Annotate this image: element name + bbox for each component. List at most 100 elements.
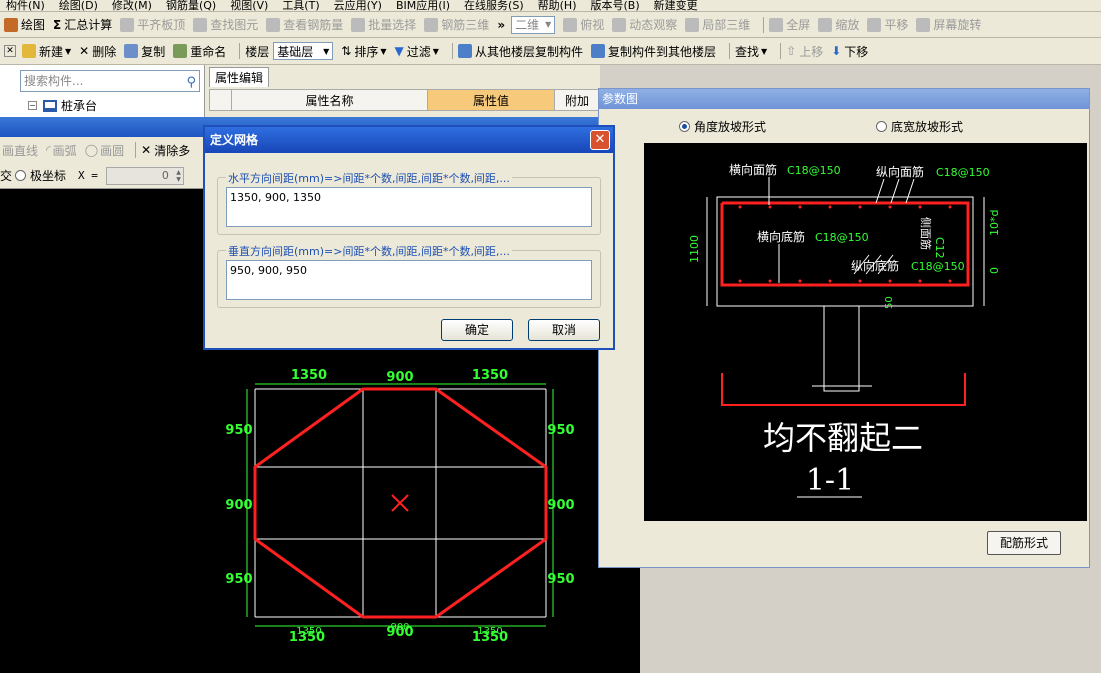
collapse-icon[interactable]: − (28, 101, 37, 110)
top-view-button[interactable]: 俯视 (563, 16, 604, 33)
circle-icon: ◯ (84, 143, 99, 157)
dimension-lines (246, 383, 554, 627)
floor-label: 楼层 (245, 44, 270, 59)
close-icon[interactable]: ✕ (590, 130, 610, 150)
pencil-icon (4, 17, 18, 32)
sort-button[interactable]: ⇅ 排序 ▼ (341, 43, 386, 60)
width-slope-label: 底宽放坡形式 (891, 119, 964, 134)
coord-prefix: 交 (0, 169, 13, 183)
batch-select-button[interactable]: 批量选择 (351, 16, 416, 33)
menu-view[interactable]: 视图(V) (230, 0, 268, 11)
tab-property-edit[interactable]: 属性编辑 (209, 67, 270, 87)
binoculars-icon (193, 17, 208, 32)
draw-button[interactable]: 绘图 (4, 16, 45, 33)
floor-select[interactable]: 基础层 ▼ (273, 42, 334, 60)
panel-close-icon[interactable]: ✕ (4, 45, 16, 57)
bot-h-rebar-value: C18@150 (815, 231, 869, 244)
zoom-button[interactable]: 缩放 (818, 16, 859, 33)
top-dim-label-2: 1350 (472, 368, 508, 383)
grid-dimension-labels: 1350 900 1350 1350 900 1350 950 900 950 … (225, 368, 574, 645)
left-dim-label-0: 950 (225, 423, 252, 438)
draw-line-button[interactable]: 画直线 (2, 142, 38, 159)
rebar-dot (768, 205, 772, 209)
menu-bim[interactable]: BIM应用(I) (396, 0, 450, 11)
cancel-button[interactable]: 取消 (528, 319, 600, 341)
bottom-small-label-1: 900 (390, 622, 409, 633)
slab-icon (120, 17, 135, 32)
menu-version[interactable]: 版本号(B) (590, 0, 639, 11)
define-grid-dialog: 定义网格 ✕ 水平方向间距(mm)=>间距*个数,间距,间距*个数,间距,...… (203, 125, 615, 350)
leader-top-v-a (875, 178, 885, 204)
menu-modify[interactable]: 修改(M) (112, 0, 152, 11)
new-button[interactable]: 新建 ▼ (22, 43, 71, 60)
component-panel: 搜索构件... ⚲ − 桩承台 (0, 65, 205, 120)
draw-arc-button[interactable]: 画弧 (53, 142, 77, 159)
flat-slab-button[interactable]: 平齐板顶 (120, 16, 185, 33)
spinner-icon[interactable]: ▲ ▼ (176, 169, 181, 183)
menu-cloud[interactable]: 云应用(Y) (334, 0, 382, 11)
x-coord-input[interactable]: 0 ▲ ▼ (105, 166, 184, 185)
side-rebar-label: 侧面筋 (919, 217, 933, 250)
section-outline (706, 196, 985, 392)
menu-online[interactable]: 在线服务(S) (464, 0, 524, 11)
rebar-dot (858, 279, 862, 283)
filter-button[interactable]: ▼ 过滤 ▼ (395, 43, 439, 60)
delete-button[interactable]: ✕ 删除 (79, 43, 116, 60)
summary-button[interactable]: Σ 汇总计算 (53, 16, 112, 33)
menu-rebar[interactable]: 钢筋量(Q) (166, 0, 216, 11)
move-up-button[interactable]: ⇧ 上移 (786, 43, 823, 60)
rename-button[interactable]: 重命名 (173, 43, 226, 60)
fifty-label: 50 (884, 296, 895, 309)
leader-top-v-c (905, 178, 915, 204)
copy-from-floor-button[interactable]: 从其他楼层复制构件 (457, 43, 583, 60)
copy-button[interactable]: 复制 (124, 43, 165, 60)
rebar-dot (948, 205, 952, 209)
view-rebar-button[interactable]: 查看钢筋量 (266, 16, 343, 33)
search-input[interactable]: 搜索构件... ⚲ (20, 70, 200, 92)
rebar-3d-button[interactable]: 钢筋三维 (424, 16, 489, 33)
rotate-icon (916, 17, 931, 32)
tree-item-pile-cap[interactable]: − 桩承台 (28, 97, 97, 114)
rebar-icon (266, 17, 281, 32)
find-button[interactable]: 查找 ▼ (735, 43, 767, 60)
clear-button[interactable]: 清除多 (154, 142, 190, 159)
bottom-small-label-0: 1350 (296, 626, 321, 637)
rebar-dot (858, 205, 862, 209)
polar-coord-radio[interactable] (15, 170, 27, 181)
find-element-button[interactable]: 查找图元 (193, 16, 258, 33)
polar-coord-label: 极坐标 (30, 169, 67, 183)
menu-component[interactable]: 构件(N) (6, 0, 45, 11)
rotate-button[interactable]: 屏幕旋转 (916, 16, 981, 33)
local-3d-button[interactable]: 局部三维 (685, 16, 750, 33)
width-slope-radio[interactable] (876, 120, 888, 132)
chevron-down-icon: ▼ (545, 20, 552, 29)
section-caption: 均不翻起二 (763, 419, 923, 457)
menu-help[interactable]: 帮助(H) (538, 0, 577, 11)
horizontal-spacing-input[interactable]: 1350, 900, 1350 (226, 187, 592, 227)
ok-button[interactable]: 确定 (441, 319, 513, 341)
view-mode-select[interactable]: 二维 ▼ (511, 15, 556, 34)
pan-button[interactable]: 平移 (867, 16, 908, 33)
menu-change[interactable]: 新建变更 (654, 0, 698, 11)
parameter-window-title: 参数图 (599, 89, 1089, 109)
col-extra: 附加 (564, 93, 589, 108)
draw-circle-button[interactable]: 画圆 (100, 142, 124, 159)
toolbar-separator (135, 142, 137, 158)
menu-draw[interactable]: 绘图(D) (59, 0, 98, 11)
local-3d-icon (685, 17, 700, 32)
search-icon[interactable]: ⚲ (186, 73, 196, 93)
toolbar-overflow-icon[interactable]: » (497, 18, 505, 32)
toolbar-separator (780, 43, 782, 59)
horizontal-spacing-group: 水平方向间距(mm)=>间距*个数,间距,间距*个数,间距,... 1350, … (217, 170, 601, 235)
rebar-config-button[interactable]: 配筋形式 (987, 531, 1061, 555)
angle-slope-radio[interactable] (679, 120, 690, 132)
toolbar-separator (239, 43, 241, 59)
box-icon (563, 17, 578, 32)
menu-tools[interactable]: 工具(T) (282, 0, 319, 11)
vertical-spacing-input[interactable]: 950, 900, 950 (226, 260, 592, 300)
move-down-button[interactable]: ⬇ 下移 (831, 43, 868, 60)
fullscreen-button[interactable]: 全屏 (769, 16, 810, 33)
dynamic-view-button[interactable]: 动态观察 (612, 16, 677, 33)
center-cross-icon (391, 494, 409, 512)
copy-to-floor-button[interactable]: 复制构件到其他楼层 (590, 43, 716, 60)
